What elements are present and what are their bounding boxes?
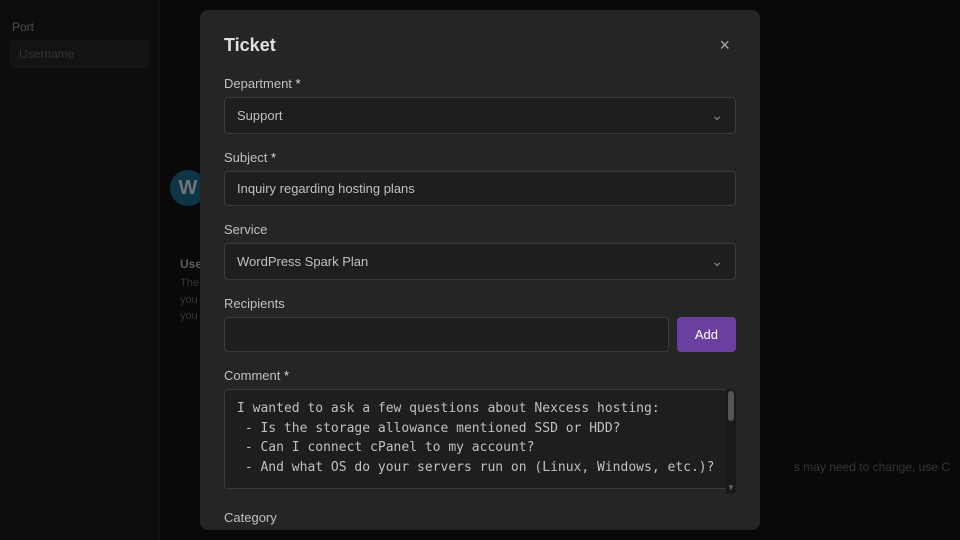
comment-wrapper: I wanted to ask a few questions about Ne… [224, 389, 736, 494]
modal-title: Ticket [224, 35, 276, 56]
scrollbar-thumb[interactable] [728, 391, 734, 421]
recipients-input[interactable] [224, 317, 669, 352]
scrollbar-down-arrow[interactable]: ▼ [727, 483, 735, 492]
comment-field: Comment * I wanted to ask a few question… [224, 368, 736, 494]
subject-label: Subject * [224, 150, 736, 165]
comment-textarea[interactable]: I wanted to ask a few questions about Ne… [224, 389, 736, 489]
chevron-down-icon: ⌄ [711, 107, 723, 124]
scrollbar-track: ▲ ▼ [726, 389, 736, 494]
comment-label: Comment * [224, 368, 736, 383]
subject-input[interactable] [224, 171, 736, 206]
ticket-modal: Ticket × Department * Support ⌄ Subject … [200, 10, 760, 530]
department-value: Support [237, 108, 283, 123]
modal-header: Ticket × [224, 34, 736, 56]
subject-field: Subject * [224, 150, 736, 206]
recipients-label: Recipients [224, 296, 736, 311]
service-value: WordPress Spark Plan [237, 254, 368, 269]
recipients-row: Add [224, 317, 736, 352]
add-recipient-button[interactable]: Add [677, 317, 736, 352]
category-field: Category None Selected ⌄ [224, 510, 736, 530]
department-label: Department * [224, 76, 736, 91]
service-select[interactable]: WordPress Spark Plan ⌄ [224, 243, 736, 280]
department-field: Department * Support ⌄ [224, 76, 736, 134]
category-label: Category [224, 510, 736, 525]
service-label: Service [224, 222, 736, 237]
close-button[interactable]: × [713, 34, 736, 56]
recipients-field: Recipients Add [224, 296, 736, 352]
chevron-down-icon: ⌄ [711, 253, 723, 270]
department-select[interactable]: Support ⌄ [224, 97, 736, 134]
service-field: Service WordPress Spark Plan ⌄ [224, 222, 736, 280]
